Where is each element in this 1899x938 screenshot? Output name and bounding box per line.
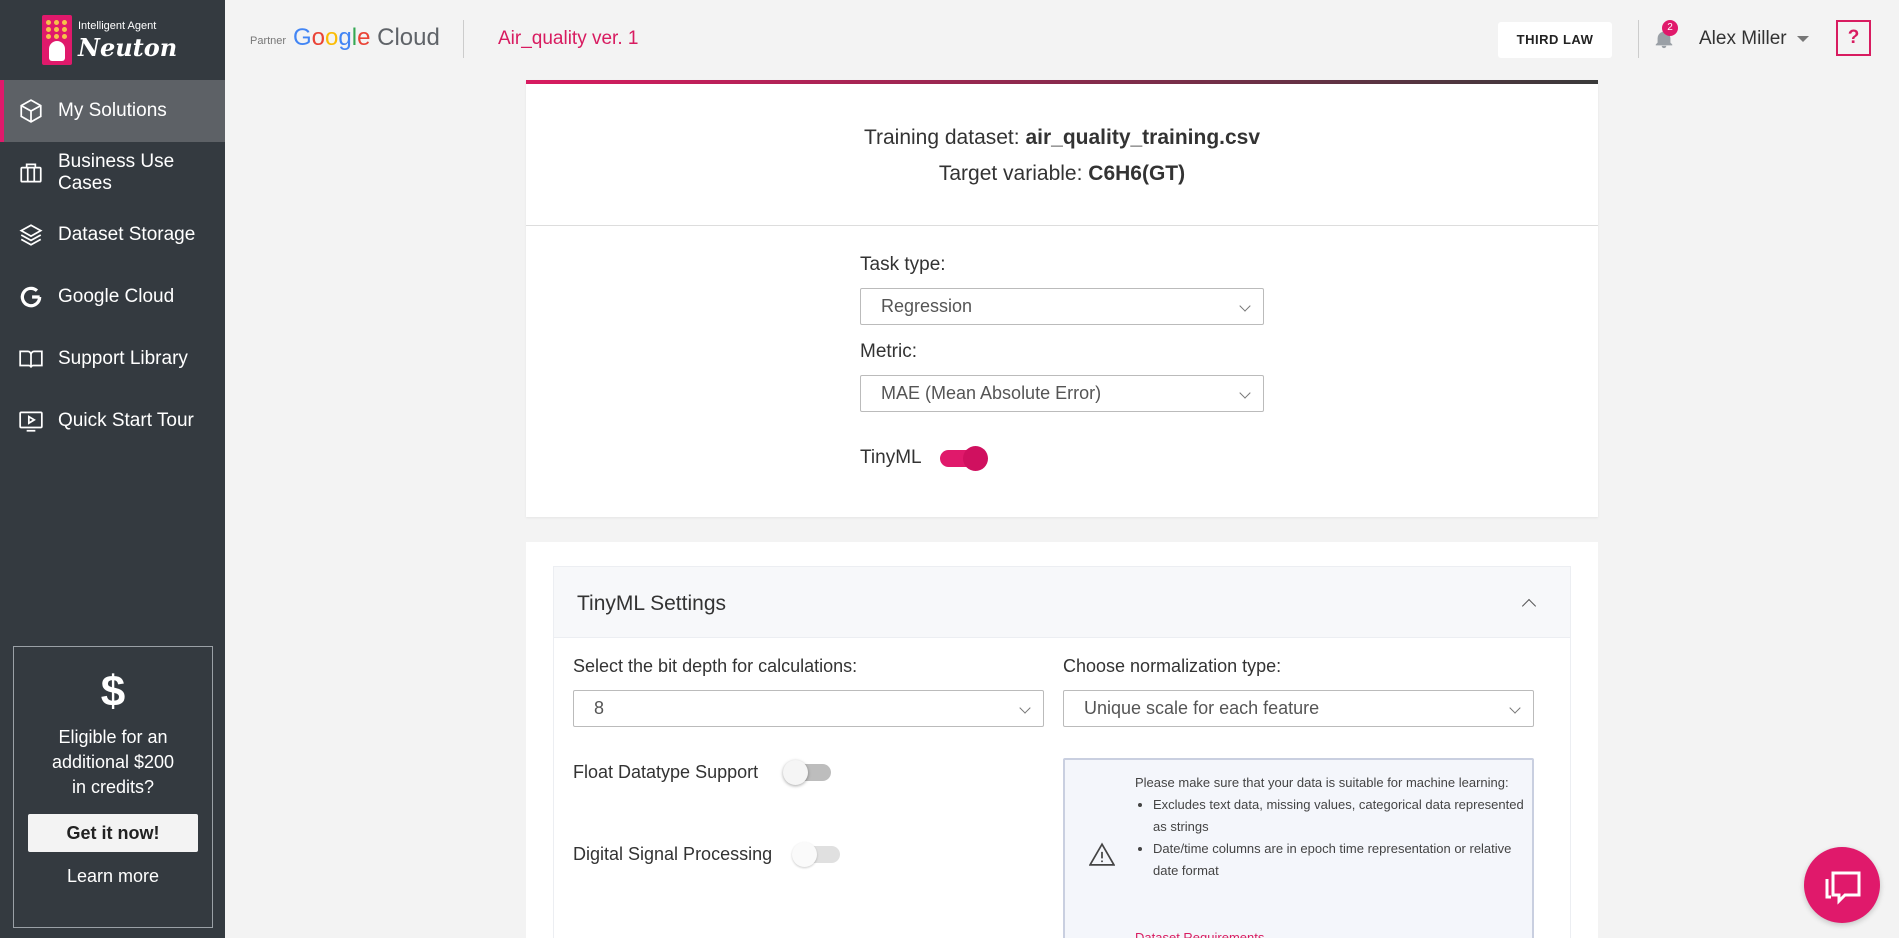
sidebar-item-support-library[interactable]: Support Library bbox=[0, 328, 225, 390]
notification-badge: 2 bbox=[1662, 20, 1678, 36]
credits-promo: $ Eligible for an additional $200 in cre… bbox=[13, 646, 213, 928]
project-name[interactable]: Air_quality ver. 1 bbox=[498, 28, 638, 50]
dsp-toggle[interactable] bbox=[792, 842, 842, 867]
sidebar-item-label: Business Use Cases bbox=[58, 151, 175, 194]
get-it-now-button[interactable]: Get it now! bbox=[28, 814, 198, 852]
chat-icon bbox=[1825, 871, 1861, 905]
card-accent-bar bbox=[526, 80, 1598, 84]
metric-label: Metric: bbox=[860, 341, 917, 362]
cube-icon bbox=[20, 99, 42, 123]
learn-more-link[interactable]: Learn more bbox=[14, 866, 212, 887]
sidebar-item-label: Google Cloud bbox=[58, 286, 175, 307]
task-type-select[interactable]: Regression bbox=[860, 288, 1264, 325]
user-menu[interactable]: Alex Miller bbox=[1699, 28, 1787, 50]
chevron-down-icon bbox=[1239, 387, 1251, 399]
promo-line-1: Eligible for an bbox=[58, 727, 168, 747]
tinyml-settings-title: TinyML Settings bbox=[577, 592, 726, 615]
training-dataset-value: air_quality_training.csv bbox=[1025, 126, 1261, 149]
sidebar-item-label: My Solutions bbox=[58, 100, 167, 121]
sidebar-item-google-cloud[interactable]: Google Cloud bbox=[0, 266, 225, 328]
video-icon bbox=[19, 411, 43, 432]
google-g-icon bbox=[20, 286, 42, 308]
chevron-down-icon bbox=[1239, 300, 1251, 312]
sidebar-item-label: Dataset Storage bbox=[58, 224, 196, 245]
bit-depth-select[interactable]: 8 bbox=[573, 690, 1044, 727]
chevron-down-icon[interactable] bbox=[1797, 36, 1809, 42]
sidebar-item-my-solutions[interactable]: My Solutions bbox=[0, 80, 225, 142]
chevron-down-icon bbox=[1019, 702, 1031, 714]
training-dataset: Training dataset: air_quality_training.c… bbox=[863, 126, 1261, 149]
normalization-select[interactable]: Unique scale for each feature bbox=[1063, 690, 1534, 727]
tinyml-toggle[interactable] bbox=[940, 446, 988, 471]
dsp-label: Digital Signal Processing bbox=[573, 844, 773, 864]
neuton-logo[interactable]: Intelligent Agent Neuton bbox=[0, 0, 225, 80]
target-variable-value: C6H6(GT) bbox=[1088, 162, 1186, 185]
tinyml-settings-card: TinyML Settings Select the bit depth for… bbox=[526, 542, 1598, 938]
partner-label: Partner bbox=[250, 35, 287, 47]
top-header: Partner Google Cloud Air_quality ver. 1 … bbox=[225, 0, 1899, 80]
tinyml-settings-header[interactable]: TinyML Settings bbox=[553, 566, 1571, 638]
layers-icon bbox=[19, 224, 43, 246]
neuton-logo-icon bbox=[42, 15, 72, 65]
sidebar: Intelligent Agent Neuton My Solutions Bu… bbox=[0, 0, 225, 938]
dataset-requirements-link[interactable]: Dataset Requirements bbox=[1135, 930, 1264, 938]
notice-bullet: Date/time columns are in epoch time repr… bbox=[1153, 838, 1525, 882]
logo-name: Neuton bbox=[78, 32, 178, 62]
tinyml-label: TinyML bbox=[860, 447, 922, 468]
sidebar-item-dataset-storage[interactable]: Dataset Storage bbox=[0, 204, 225, 266]
sidebar-item-label: Support Library bbox=[58, 348, 188, 369]
normalization-label: Choose normalization type: bbox=[1063, 656, 1282, 676]
help-button[interactable]: ? bbox=[1836, 20, 1871, 56]
header-divider bbox=[1638, 20, 1639, 58]
sidebar-item-quick-start-tour[interactable]: Quick Start Tour bbox=[0, 390, 225, 452]
chevron-down-icon bbox=[1509, 702, 1521, 714]
metric-select[interactable]: MAE (Mean Absolute Error) bbox=[860, 375, 1264, 412]
divider bbox=[526, 225, 1598, 226]
solution-config-card: Training dataset: air_quality_training.c… bbox=[526, 80, 1598, 517]
book-icon bbox=[19, 350, 43, 368]
promo-line-2: additional $200 bbox=[51, 752, 175, 772]
sidebar-item-label: Quick Start Tour bbox=[58, 410, 194, 431]
float-datatype-label: Float Datatype Support bbox=[573, 762, 759, 782]
notice-bullet: Excludes text data, missing values, cate… bbox=[1153, 794, 1525, 838]
promo-line-3: in credits? bbox=[71, 777, 155, 797]
data-requirements-notice: Please make sure that your data is suita… bbox=[1063, 758, 1534, 938]
task-type-label: Task type: bbox=[860, 254, 946, 275]
chevron-up-icon[interactable] bbox=[1521, 598, 1537, 614]
notice-intro: Please make sure that your data is suita… bbox=[1135, 775, 1509, 790]
float-datatype-toggle[interactable] bbox=[783, 760, 833, 785]
target-variable: Target variable: C6H6(GT) bbox=[938, 162, 1186, 185]
chat-button[interactable] bbox=[1804, 847, 1880, 923]
tinyml-settings-body: Select the bit depth for calculations: 8… bbox=[553, 638, 1571, 938]
bit-depth-label: Select the bit depth for calculations: bbox=[573, 656, 858, 676]
warning-icon bbox=[1089, 842, 1115, 866]
logo-tagline: Intelligent Agent bbox=[78, 19, 157, 32]
header-divider bbox=[463, 20, 464, 58]
sidebar-item-business-use-cases[interactable]: Business Use Cases bbox=[0, 142, 225, 204]
dollar-icon: $ bbox=[100, 667, 126, 716]
third-law-button[interactable]: THIRD LAW bbox=[1498, 22, 1612, 58]
briefcase-icon bbox=[20, 163, 42, 183]
google-cloud-logo: Google Cloud bbox=[293, 24, 440, 51]
